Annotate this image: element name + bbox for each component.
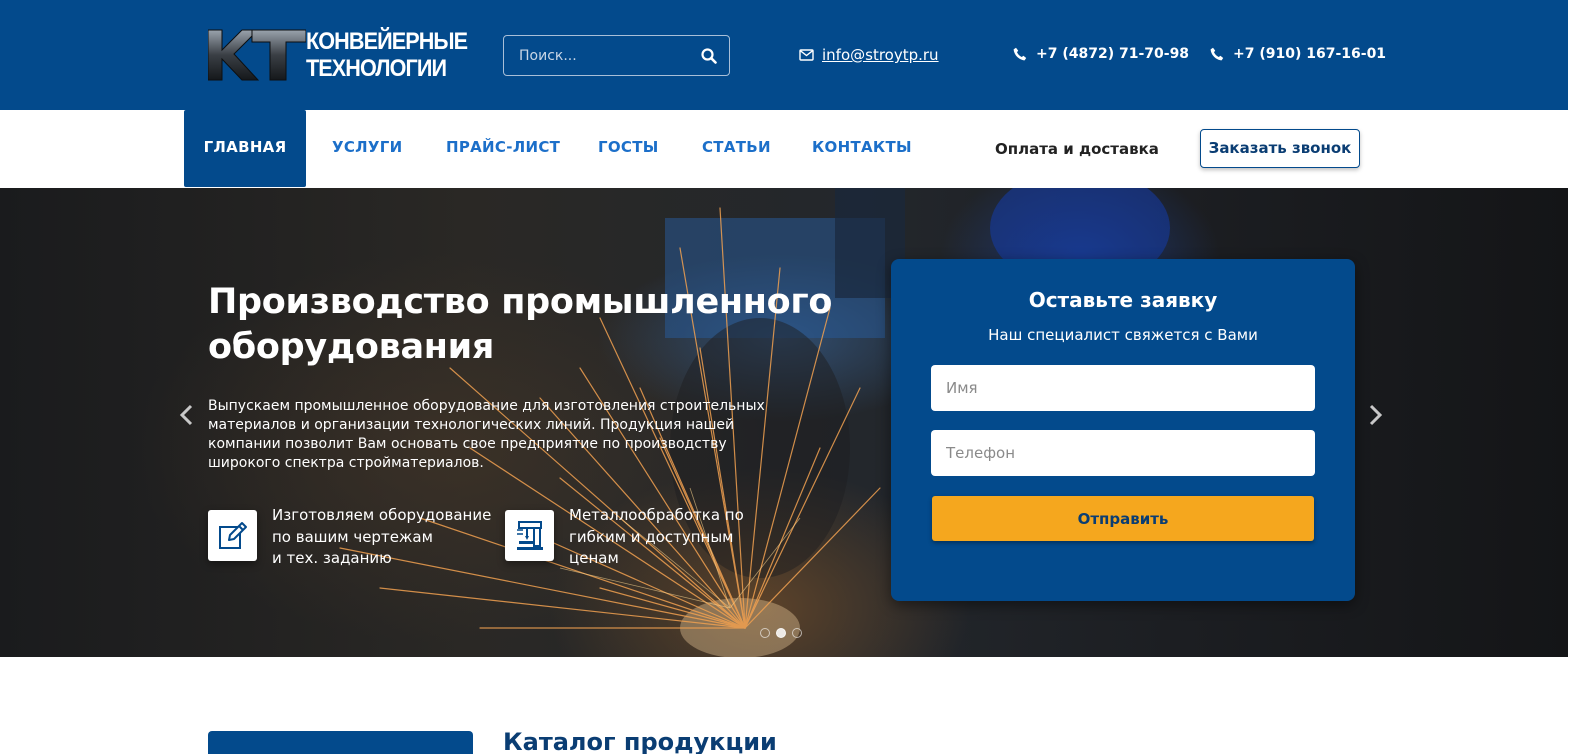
logo-line-2: ТЕХНОЛОГИИ bbox=[306, 55, 447, 82]
logo-line-1: КОНВЕЙЕРНЫЕ bbox=[306, 28, 468, 55]
catalog-menu-header bbox=[208, 731, 473, 754]
submit-button[interactable]: Отправить bbox=[932, 496, 1314, 541]
name-field[interactable] bbox=[931, 365, 1315, 411]
site-logo[interactable]: КОНВЕЙЕРНЫЕ ТЕХНОЛОГИИ bbox=[208, 26, 468, 84]
slider-next-button[interactable] bbox=[1366, 402, 1386, 428]
drill-press-icon bbox=[505, 510, 554, 561]
slider-dot-1[interactable] bbox=[760, 628, 770, 638]
phone-icon bbox=[1012, 46, 1028, 62]
nav-item-contacts[interactable]: КОНТАКТЫ bbox=[812, 110, 912, 188]
feature-text-2: Металлообработка по гибким и доступным ц… bbox=[569, 506, 744, 567]
payment-delivery-link[interactable]: Оплата и доставка bbox=[995, 110, 1159, 188]
top-header: КОНВЕЙЕРНЫЕ ТЕХНОЛОГИИ info@stroytp.ru +… bbox=[0, 0, 1568, 110]
edit-icon bbox=[208, 510, 257, 561]
nav-item-services[interactable]: УСЛУГИ bbox=[332, 110, 403, 188]
envelope-icon bbox=[798, 47, 814, 63]
form-subtitle: Наш специалист свяжется с Вами bbox=[988, 326, 1258, 344]
feature-custom-equipment: Изготовляем оборудование по вашим чертеж… bbox=[208, 506, 498, 570]
nav-item-price-list[interactable]: ПРАЙС-ЛИСТ bbox=[446, 110, 560, 188]
phone-2-text: +7 (910) 167-16-01 bbox=[1233, 46, 1387, 62]
search-box bbox=[503, 35, 730, 76]
feature-text-1: Изготовляем оборудование по вашим чертеж… bbox=[272, 506, 492, 567]
slider-dot-2[interactable] bbox=[776, 628, 786, 638]
logo-text: КОНВЕЙЕРНЫЕ ТЕХНОЛОГИИ bbox=[306, 28, 468, 82]
feature-metalworking: Металлообработка по гибким и доступным ц… bbox=[505, 506, 765, 570]
slider-dot-3[interactable] bbox=[792, 628, 802, 638]
hero-slider: Производство промышленного оборудования … bbox=[0, 188, 1568, 657]
phone-icon bbox=[1209, 46, 1225, 62]
contact-phone-1[interactable]: +7 (4872) 71-70-98 bbox=[1012, 46, 1189, 62]
contact-phone-2[interactable]: +7 (910) 167-16-01 bbox=[1209, 46, 1386, 62]
hero-title: Производство промышленного оборудования bbox=[208, 282, 833, 367]
scrollbar-area bbox=[1568, 0, 1593, 754]
nav-item-articles[interactable]: СТАТЬИ bbox=[702, 110, 771, 188]
chevron-left-icon bbox=[179, 404, 193, 426]
request-form: Оставьте заявку Наш специалист свяжется … bbox=[891, 259, 1355, 601]
nav-item-home[interactable]: ГЛАВНАЯ bbox=[184, 110, 306, 187]
chevron-right-icon bbox=[1369, 404, 1383, 426]
slider-dots bbox=[760, 628, 802, 638]
main-nav: ГЛАВНАЯ УСЛУГИ ПРАЙС-ЛИСТ ГОСТЫ СТАТЬИ К… bbox=[0, 110, 1568, 188]
form-title: Оставьте заявку bbox=[1028, 288, 1218, 312]
phone-1-text: +7 (4872) 71-70-98 bbox=[1036, 46, 1190, 62]
contact-email: info@stroytp.ru bbox=[798, 46, 939, 64]
search-icon bbox=[701, 48, 717, 64]
nav-item-gost[interactable]: ГОСТЫ bbox=[598, 110, 659, 188]
phone-field[interactable] bbox=[931, 430, 1315, 476]
catalog-title: Каталог продукции bbox=[503, 728, 777, 754]
email-link[interactable]: info@stroytp.ru bbox=[822, 46, 939, 64]
hero-description: Выпускаем промышленное оборудование для … bbox=[208, 398, 765, 471]
search-button[interactable] bbox=[697, 44, 721, 68]
search-input[interactable] bbox=[504, 36, 684, 75]
logo-mark-icon bbox=[208, 29, 306, 81]
slider-prev-button[interactable] bbox=[176, 402, 196, 428]
order-callback-button[interactable]: Заказать звонок bbox=[1200, 129, 1360, 168]
